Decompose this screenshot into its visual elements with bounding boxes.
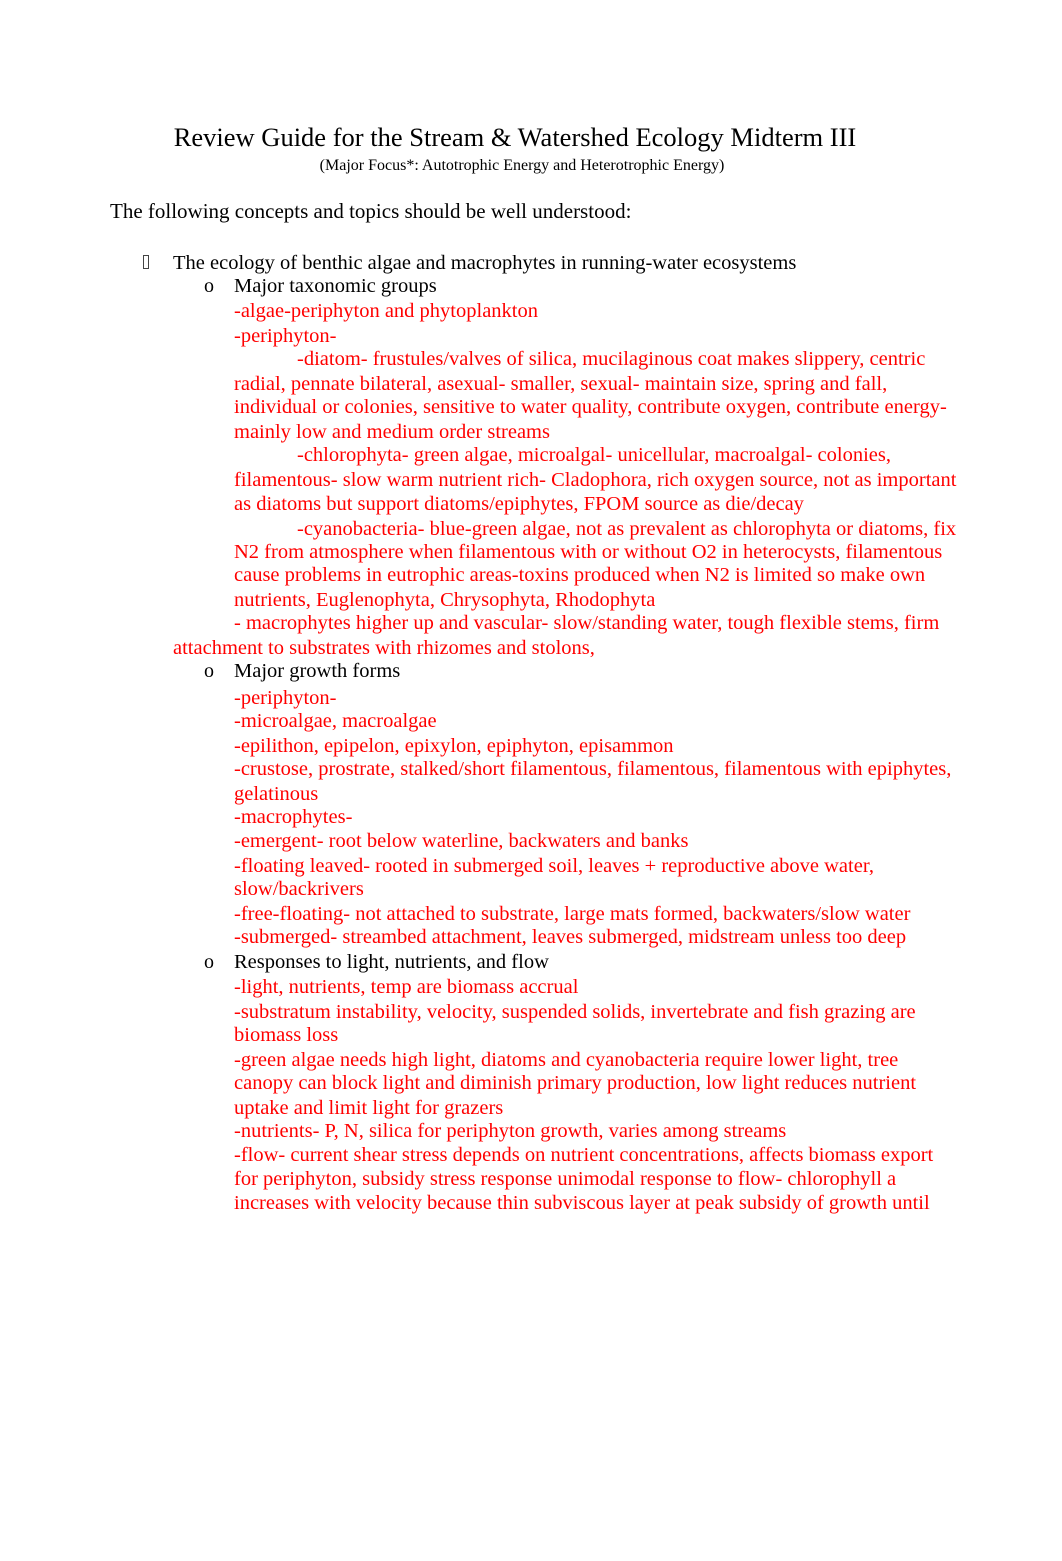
note-line: -periphyton- — [234, 687, 337, 709]
sub-bullet-icon: o — [204, 275, 214, 297]
note-line: canopy can block light and diminish prim… — [234, 1072, 917, 1094]
note-line: -floating leaved- rooted in submerged so… — [234, 855, 874, 877]
note-line: -emergent- root below waterline, backwat… — [234, 830, 689, 852]
note-line: -submerged- streambed attachment, leaves… — [234, 926, 907, 948]
bullet-icon — [143, 255, 149, 269]
note-line: -light, nutrients, temp are biomass accr… — [234, 976, 579, 998]
note-line: slow/backrivers — [234, 878, 364, 900]
document-title: Review Guide for the Stream & Watershed … — [173, 122, 857, 152]
note-line: -periphyton- — [234, 325, 337, 347]
topic-heading: The ecology of benthic algae and macroph… — [173, 252, 797, 274]
note-line: -chlorophyta- green algae, microalgal- u… — [297, 444, 891, 466]
note-line: uptake and limit light for grazers — [234, 1097, 504, 1119]
note-line: -microalgae, macroalgae — [234, 710, 437, 732]
note-line: -diatom- frustules/valves of silica, muc… — [297, 348, 926, 370]
subtopic-heading: Responses to light, nutrients, and flow — [234, 951, 549, 973]
note-line: cause problems in eutrophic areas-toxins… — [234, 564, 926, 586]
note-line: -substratum instability, velocity, suspe… — [234, 1001, 916, 1023]
sub-bullet-icon: o — [204, 660, 214, 682]
note-line: N2 from atmosphere when filamentous with… — [234, 541, 943, 563]
note-line: individual or colonies, sensitive to wat… — [234, 396, 947, 418]
note-line: nutrients, Euglenophyta, Chrysophyta, Rh… — [234, 589, 656, 611]
intro-paragraph: The following concepts and topics should… — [110, 199, 632, 223]
document-page: Review Guide for the Stream & Watershed … — [0, 0, 1062, 1561]
note-line: increases with velocity because thin sub… — [234, 1192, 930, 1214]
note-line: -macrophytes- — [234, 806, 353, 828]
note-line: biomass loss — [234, 1024, 339, 1046]
sub-bullet-icon: o — [204, 951, 214, 973]
note-line: -epilithon, epipelon, epixylon, epiphyto… — [234, 735, 674, 757]
note-line: for periphyton, subsidy stress response … — [234, 1168, 897, 1190]
note-line: -cyanobacteria- blue-green algae, not as… — [297, 518, 957, 540]
note-line: -algae-periphyton and phytoplankton — [234, 300, 538, 322]
document-subtitle: (Major Focus*: Autotrophic Energy and He… — [319, 157, 725, 174]
note-line: -crustose, prostrate, stalked/short fila… — [234, 758, 952, 780]
note-line: filamentous- slow warm nutrient rich- Cl… — [234, 469, 957, 491]
note-line: attachment to substrates with rhizomes a… — [173, 637, 595, 659]
note-line: -flow- current shear stress depends on n… — [234, 1144, 934, 1166]
note-line: gelatinous — [234, 783, 319, 805]
note-line: - macrophytes higher up and vascular- sl… — [234, 612, 940, 634]
note-line: mainly low and medium order streams — [234, 421, 550, 443]
note-line: -green algae needs high light, diatoms a… — [234, 1049, 899, 1071]
note-line: -nutrients- P, N, silica for periphyton … — [234, 1120, 787, 1142]
note-line: as diatoms but support diatoms/epiphytes… — [234, 493, 804, 515]
subtopic-heading: Major taxonomic groups — [234, 275, 437, 297]
subtopic-heading: Major growth forms — [234, 660, 401, 682]
note-line: radial, pennate bilateral, asexual- smal… — [234, 373, 888, 395]
note-line: -free-floating- not attached to substrat… — [234, 903, 911, 925]
